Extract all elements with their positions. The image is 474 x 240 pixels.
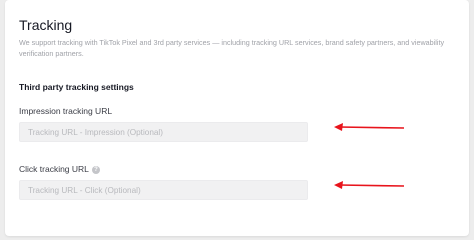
click-tracking-url-input[interactable] — [19, 180, 308, 200]
click-tracking-label: Click tracking URL? — [19, 164, 100, 174]
impression-tracking-label: Impression tracking URL — [19, 106, 112, 116]
red-arrow-left-icon — [334, 123, 405, 131]
section-title: Tracking — [19, 17, 73, 33]
question-circle-icon[interactable]: ? — [91, 166, 100, 174]
tracking-card: Tracking We support tracking with TikTok… — [5, 0, 469, 236]
impression-tracking-label-text: Impression tracking URL — [19, 106, 113, 116]
red-arrow-left-icon — [334, 181, 405, 189]
third-party-heading: Third party tracking settings — [19, 82, 134, 92]
impression-tracking-url-input[interactable] — [19, 122, 308, 142]
page-background: Tracking We support tracking with TikTok… — [0, 0, 474, 240]
section-description: We support tracking with TikTok Pixel an… — [19, 38, 445, 58]
click-tracking-label-text: Click tracking URL — [19, 164, 89, 174]
